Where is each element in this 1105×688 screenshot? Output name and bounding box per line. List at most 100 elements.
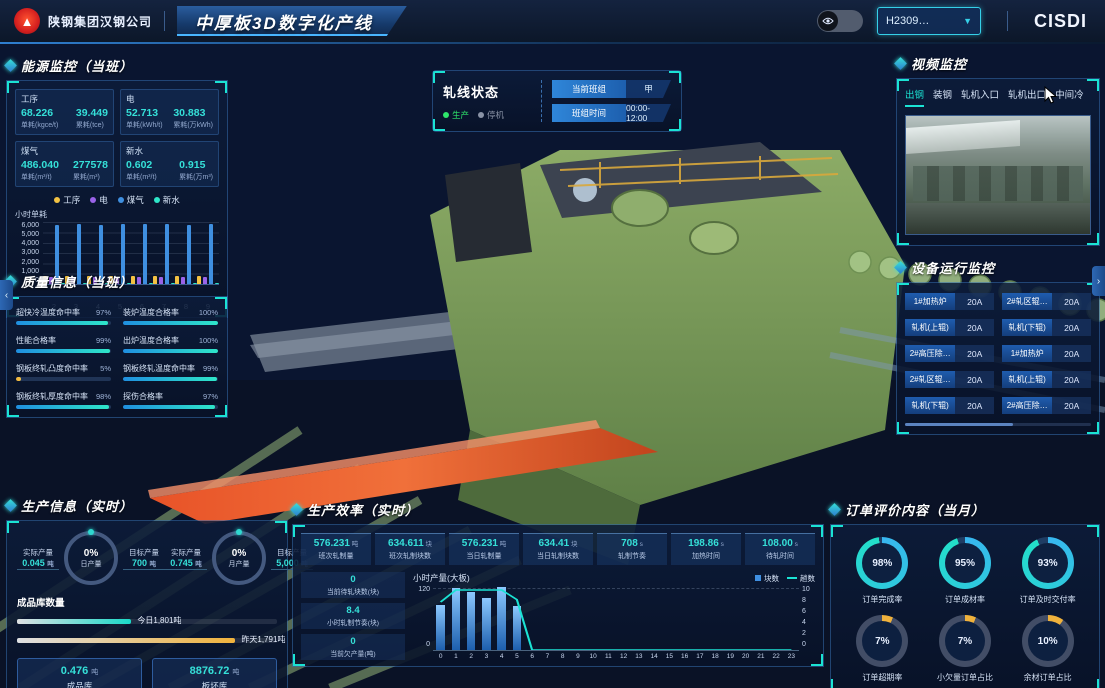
status-legend-item: 生产 bbox=[443, 109, 469, 121]
equipment-current: 20A bbox=[955, 345, 994, 362]
efficiency-card-value: 198.86 s bbox=[672, 538, 740, 549]
equipment-item: 1#加热炉20A bbox=[1002, 345, 1091, 362]
mini-stat-label: 当前待轧块数(块) bbox=[327, 586, 379, 596]
heat-number-select[interactable]: H2309… ▼ bbox=[877, 7, 981, 35]
status-legend-label: 停机 bbox=[487, 109, 504, 121]
header-divider bbox=[164, 11, 165, 31]
order-ring-label: 小欠量订单占比 bbox=[937, 672, 993, 683]
x-tick: 23 bbox=[784, 653, 799, 660]
line-status-row-value: 00:00-12:00 bbox=[626, 104, 671, 122]
stock-label: 成品库 bbox=[18, 680, 141, 688]
legend-item: 电 bbox=[90, 194, 108, 206]
quality-label: 钢板终轧温度命中率 bbox=[123, 363, 195, 374]
line-status-row: 班组时间00:00-12:00 bbox=[552, 104, 671, 122]
metric-value: 52.713 bbox=[126, 107, 163, 119]
legend-dot-icon bbox=[154, 197, 160, 203]
finished-stock-card: 0.476 吨 成品库 bbox=[17, 658, 142, 688]
quality-value: 99% bbox=[96, 336, 111, 345]
video-tab-装钢[interactable]: 装钢 bbox=[933, 87, 952, 107]
y-tick: 6 bbox=[802, 608, 815, 615]
energy-chart-legend: 工序电煤气新水 bbox=[15, 194, 219, 206]
legend-line-icon bbox=[787, 577, 797, 579]
panel-collapse-handle-left[interactable]: ‹ bbox=[0, 280, 13, 310]
panel-collapse-handle-right[interactable]: › bbox=[1092, 266, 1105, 296]
x-tick: 1 bbox=[448, 653, 463, 660]
equipment-item: 2#轧区辊…20A bbox=[905, 371, 994, 388]
app-header: ▲ 陕钢集团汉钢公司 中厚板3D数字化产线 H2309… ▼ CISDI bbox=[0, 0, 1105, 43]
equipment-scrollbar[interactable] bbox=[905, 423, 1091, 426]
quality-item: 性能合格率99% bbox=[16, 335, 111, 353]
metric-unit: 累耗(tce) bbox=[76, 120, 108, 130]
video-tab-中间冷[interactable]: 中间冷 bbox=[1055, 87, 1084, 107]
metric-value: 0.602 bbox=[126, 159, 157, 171]
actual-output-label: 实际产量 bbox=[165, 547, 207, 558]
equipment-item: 2#高压除…20A bbox=[905, 345, 994, 362]
efficiency-card-label: 班次轧制量 bbox=[302, 551, 370, 561]
efficiency-card-label: 班次轧制块数 bbox=[376, 551, 444, 561]
equipment-current: 20A bbox=[955, 371, 994, 388]
production-panel-title: 生产信息（实时） bbox=[21, 496, 133, 515]
order-evaluation-panel: 订单评价内容（当月） 98%订单完成率95%订单成材率93%订单及时交付率7%订… bbox=[830, 500, 1100, 688]
legend-label: 趟数 bbox=[800, 573, 815, 584]
x-tick: 6 bbox=[525, 653, 540, 660]
order-ring-value: 98% bbox=[862, 543, 902, 583]
legend-item: 新水 bbox=[154, 194, 180, 206]
divider bbox=[541, 80, 542, 122]
efficiency-panel-title: 生产效率（实时） bbox=[307, 500, 419, 519]
video-tab-出钢[interactable]: 出钢 bbox=[905, 87, 924, 107]
orders-panel-title: 订单评价内容（当月） bbox=[845, 500, 985, 519]
daily-output-ring: 0% 日产量 bbox=[64, 531, 118, 585]
line-status-rows: 当前班组甲班组时间00:00-12:00 bbox=[552, 80, 671, 122]
mini-stat-label: 当前欠产量(吨) bbox=[330, 648, 375, 658]
quality-value: 5% bbox=[100, 364, 111, 373]
order-ring-value: 10% bbox=[1028, 621, 1068, 661]
inventory-bar-yesterday: 昨天1,791吨 bbox=[17, 634, 277, 648]
metric-name: 工序 bbox=[21, 93, 108, 105]
quality-panel-title: 质量信息（当班） bbox=[21, 272, 133, 291]
video-feed[interactable] bbox=[905, 115, 1091, 235]
legend-dot-icon bbox=[90, 197, 96, 203]
equipment-name: 1#加热炉 bbox=[905, 293, 955, 310]
progress-fill bbox=[16, 349, 110, 353]
efficiency-card: 108.00 s待轧时间 bbox=[745, 533, 815, 565]
scrollbar-thumb[interactable] bbox=[905, 423, 1013, 426]
x-tick: 13 bbox=[631, 653, 646, 660]
y-tick: 5,000 bbox=[21, 231, 39, 238]
line-status-legend: 生产 停机 bbox=[443, 109, 531, 121]
metric-value: 0.915 bbox=[179, 159, 213, 171]
hourly-chart-right-axis: 1086420 bbox=[802, 586, 815, 648]
quality-label: 探伤合格率 bbox=[123, 391, 163, 402]
app-title: 中厚板3D数字化产线 bbox=[195, 9, 373, 34]
equipment-current: 20A bbox=[1052, 397, 1091, 414]
app-title-plate: 中厚板3D数字化产线 bbox=[177, 6, 407, 36]
eye-icon bbox=[818, 11, 838, 31]
progress-track bbox=[123, 321, 218, 325]
efficiency-mini-stat: 0当前待轧块数(块) bbox=[301, 572, 405, 598]
status-dot-icon bbox=[478, 112, 484, 118]
quality-value: 100% bbox=[199, 336, 218, 345]
metric-unit: 单耗(kWh/t) bbox=[126, 120, 163, 130]
progress-fill bbox=[123, 377, 217, 381]
panel-diamond-icon bbox=[828, 503, 841, 516]
order-ring-label: 余材订单占比 bbox=[1024, 672, 1072, 683]
efficiency-card-label: 加热时间 bbox=[672, 551, 740, 561]
quality-value: 98% bbox=[96, 392, 111, 401]
video-tab-轧机入口[interactable]: 轧机入口 bbox=[961, 87, 999, 107]
metric-unit: 累耗(万kWh) bbox=[173, 120, 213, 130]
inventory-title: 成品库数量 bbox=[17, 595, 277, 609]
order-ring-cell: 95%订单成材率 bbox=[924, 537, 1007, 605]
actual-output-value: 0.745 吨 bbox=[165, 558, 207, 570]
equipment-current: 20A bbox=[955, 319, 994, 336]
hourly-chart-xaxis: 01234567891011121314151617181920212223 bbox=[433, 653, 799, 660]
progress-fill bbox=[123, 321, 218, 325]
video-tab-轧机出口[interactable]: 轧机出口 bbox=[1008, 87, 1046, 107]
y-tick: 2,000 bbox=[21, 259, 39, 266]
efficiency-card: 198.86 s 加热时间 bbox=[671, 533, 741, 565]
visibility-toggle[interactable] bbox=[817, 10, 863, 32]
equipment-name: 2#高压除… bbox=[1002, 397, 1052, 414]
x-tick: 22 bbox=[769, 653, 784, 660]
status-legend-item: 停机 bbox=[478, 109, 504, 121]
efficiency-card: 576.231 吨班次轧制量 bbox=[301, 533, 371, 565]
hourly-chart-left-axis: 1200 bbox=[413, 586, 430, 648]
video-tabs: 出钢装钢轧机入口轧机出口中间冷电动热 bbox=[905, 87, 1091, 107]
